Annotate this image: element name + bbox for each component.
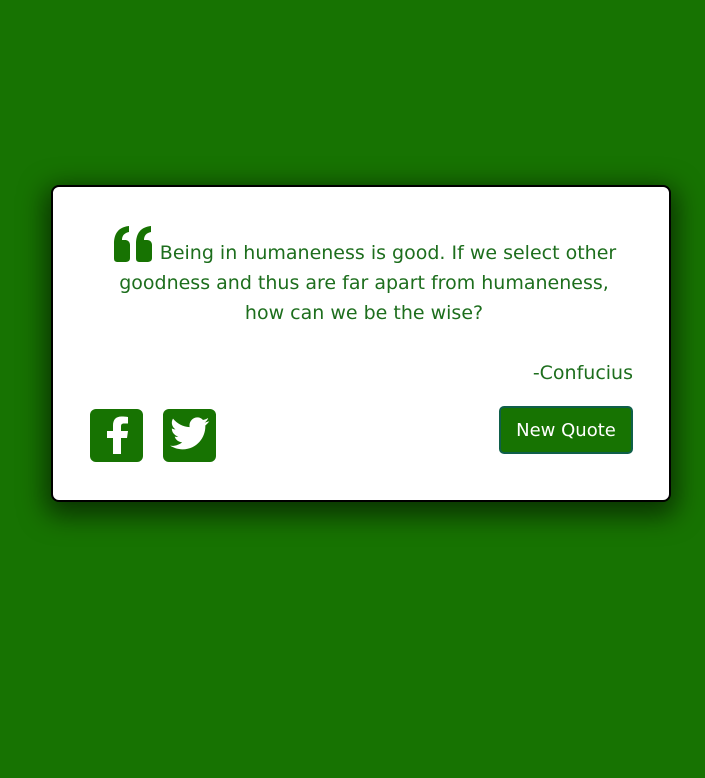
quote-card: Being in humaneness is good. If we selec… [51, 185, 671, 502]
quote-box: Being in humaneness is good. If we selec… [97, 225, 631, 328]
twitter-icon [169, 416, 210, 455]
facebook-icon [102, 414, 132, 458]
new-quote-button[interactable]: New Quote [499, 406, 633, 454]
twitter-share-button[interactable] [163, 409, 216, 462]
social-share-group [90, 409, 216, 462]
facebook-share-button[interactable] [90, 409, 143, 462]
quote-author: -Confucius [532, 362, 633, 384]
quote-text: Being in humaneness is good. If we selec… [119, 242, 617, 324]
quote-left-icon [112, 225, 154, 263]
